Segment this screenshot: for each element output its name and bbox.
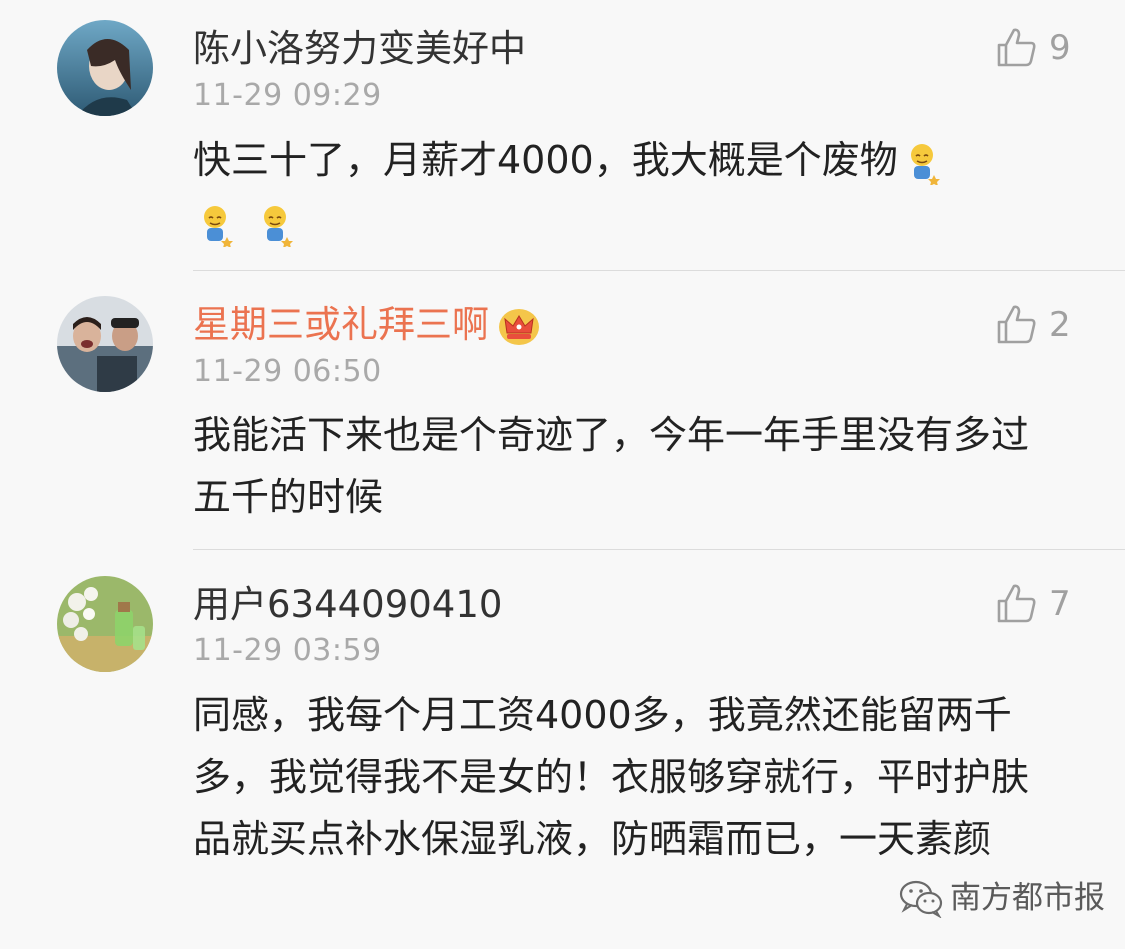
comment-text: 快三十了，月薪才4000，我大概是个废物 bbox=[193, 129, 1063, 253]
like-button[interactable]: 2 bbox=[995, 303, 1071, 347]
thumbs-up-icon bbox=[997, 584, 1036, 623]
comment-time: 11-29 06:50 bbox=[193, 354, 382, 389]
username[interactable]: 陈小洛努力变美好中 bbox=[193, 27, 526, 71]
watermark-text: 南方都市报 bbox=[950, 880, 1105, 916]
thumbs-up-icon bbox=[997, 28, 1036, 67]
watermark: 南方都市报 bbox=[898, 878, 1105, 918]
avatar[interactable] bbox=[57, 20, 153, 116]
username[interactable]: 星期三或礼拜三啊 bbox=[193, 303, 541, 347]
comment-text: 我能活下来也是个奇迹了，今年一年手里没有多过五千的时候 bbox=[193, 413, 1030, 519]
like-button[interactable]: 9 bbox=[995, 26, 1071, 70]
username-text: 星期三或礼拜三啊 bbox=[193, 303, 489, 346]
sweat-smile-emoji-icon bbox=[261, 203, 295, 248]
like-count: 2 bbox=[1049, 305, 1071, 345]
comment-time: 11-29 09:29 bbox=[193, 78, 382, 113]
thumbs-up-icon bbox=[997, 305, 1036, 344]
comment-text-body: 快三十了，月薪才4000，我大概是个废物 bbox=[193, 138, 898, 182]
comment-list: 陈小洛努力变美好中 11-29 09:29 9 快三十了，月薪才4000，我大概… bbox=[0, 0, 1125, 949]
avatar[interactable] bbox=[57, 576, 153, 672]
like-count: 7 bbox=[1049, 584, 1071, 624]
wechat-icon bbox=[899, 880, 943, 918]
comment-time: 11-29 03:59 bbox=[193, 633, 382, 668]
sweat-smile-emoji-icon bbox=[201, 203, 235, 248]
username[interactable]: 用户6344090410 bbox=[193, 583, 502, 627]
avatar[interactable] bbox=[57, 296, 153, 392]
sweat-smile-emoji-icon bbox=[908, 141, 942, 186]
comment-text: 同感，我每个月工资4000多，我竟然还能留两千多，我觉得我不是女的！衣服够穿就行… bbox=[193, 693, 1030, 861]
like-button[interactable]: 7 bbox=[995, 582, 1071, 626]
divider bbox=[193, 549, 1125, 550]
vip-crown-icon bbox=[499, 308, 539, 345]
divider bbox=[193, 270, 1125, 271]
like-count: 9 bbox=[1049, 28, 1071, 68]
